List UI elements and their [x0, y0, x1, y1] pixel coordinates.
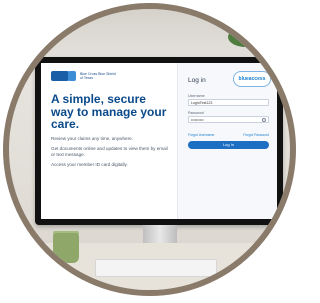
username-label: Username [188, 94, 205, 98]
hero-panel: Blue Cross Blue Shield of Texas A simple… [51, 71, 171, 168]
login-panel: Log in blueaccess Username LoginTest123 … [177, 63, 277, 219]
blueaccess-badge: blueaccess [233, 71, 271, 87]
password-label: Password [188, 111, 204, 115]
login-title: Log in [188, 77, 206, 84]
hero-paragraph-1: Review your claims any time, anywhere. [51, 135, 133, 141]
hero-paragraph-2: Get documents online and updates to view… [51, 146, 168, 157]
screen: Blue Cross Blue Shield of Texas A simple… [41, 63, 277, 219]
forgot-links: Forgot Username Forgot Password [188, 133, 269, 137]
photo-frame: Blue Cross Blue Shield of Texas A simple… [3, 3, 296, 296]
bcbs-logo-icon [51, 71, 76, 81]
hero-paragraph-3: Access your member ID card digitally. [51, 162, 128, 168]
username-input[interactable]: LoginTest123 [188, 99, 269, 106]
logo-text: Blue Cross Blue Shield of Texas [80, 72, 116, 80]
eye-icon[interactable] [262, 118, 266, 122]
hero-headline: A simple, secure way to manage your care… [51, 92, 167, 131]
forgot-username-link[interactable]: Forgot Username [188, 133, 214, 137]
forgot-password-link[interactable]: Forgot Password [243, 133, 269, 137]
logo: Blue Cross Blue Shield of Texas [51, 71, 171, 81]
login-button[interactable]: Log In [188, 141, 269, 149]
keyboard [95, 259, 217, 277]
monitor: Blue Cross Blue Shield of Texas A simple… [35, 57, 283, 225]
password-value: •••••••••• [191, 118, 204, 122]
password-input[interactable]: •••••••••• [188, 116, 269, 123]
cup [53, 233, 79, 263]
